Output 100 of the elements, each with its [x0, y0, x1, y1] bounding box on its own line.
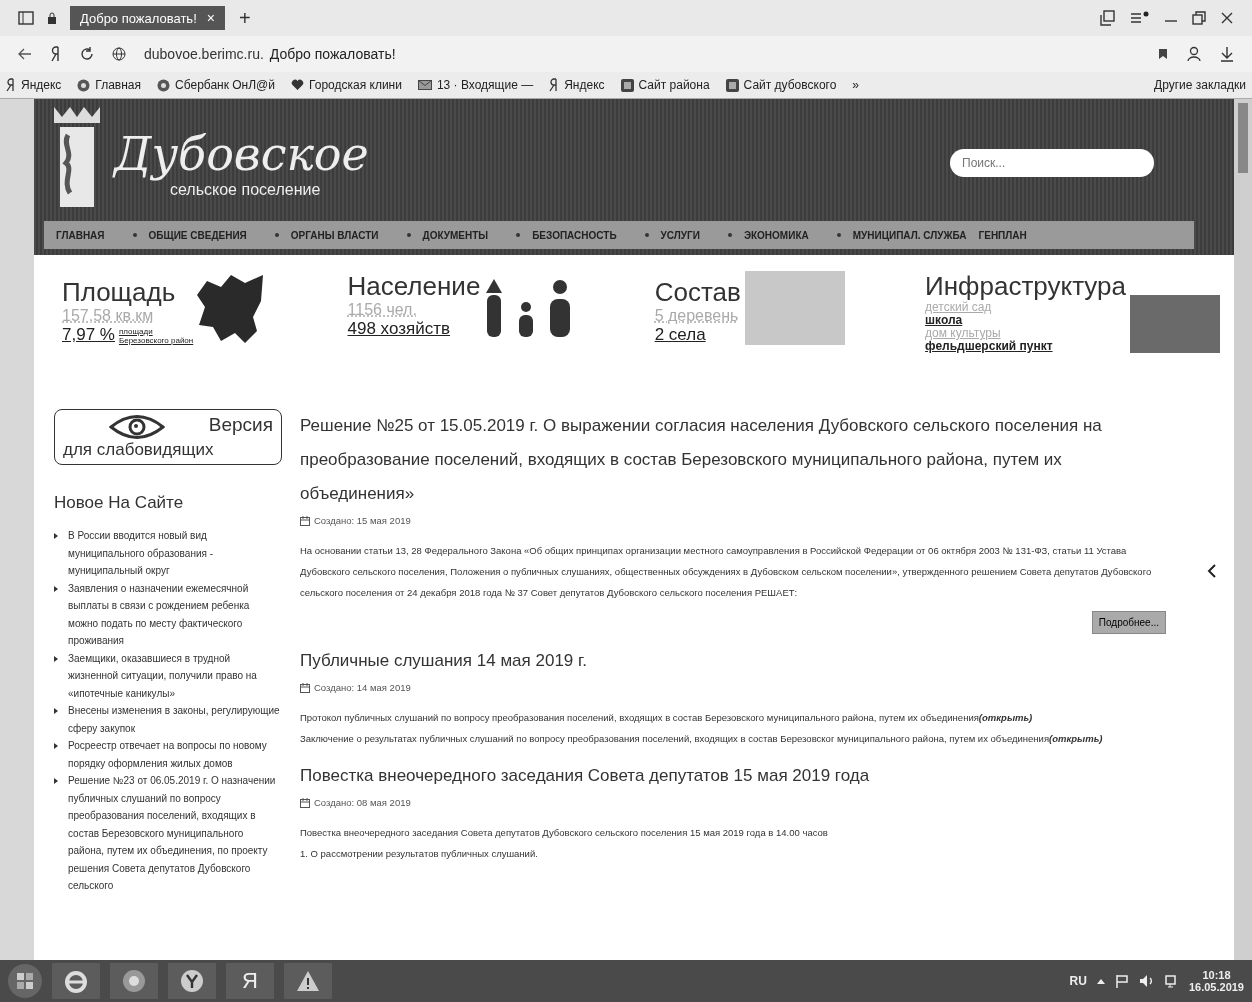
stat-note: площади — [118, 327, 154, 336]
speaker-icon[interactable] — [1138, 974, 1155, 988]
article-title[interactable]: Повестка внеочередного заседания Совета депутатов 15 мая 2019 года — [300, 759, 1166, 793]
menu-item[interactable]: УСЛУГИ — [660, 229, 700, 241]
clock[interactable]: 10:18 16.05.2019 — [1188, 969, 1244, 993]
bullet-icon — [274, 233, 279, 237]
stat-note: Березовского район — [118, 336, 194, 345]
bookmark-item[interactable]: Сайт района — [620, 78, 710, 92]
bullet-icon — [54, 533, 58, 539]
menu-item[interactable]: МУНИЦИПАЛ. СЛУЖБА — [852, 229, 967, 241]
bullet-icon — [54, 778, 58, 784]
circle-logo-icon — [179, 968, 205, 994]
close-icon[interactable] — [1220, 11, 1234, 25]
bullet-icon — [406, 233, 411, 237]
search-field[interactable]: Поиск... — [950, 149, 1154, 177]
heart-icon — [291, 79, 304, 91]
bullet-icon — [836, 233, 841, 237]
new-tab-button[interactable]: + — [238, 6, 251, 30]
caret-up-icon[interactable] — [1096, 978, 1105, 984]
taskbar-app-button[interactable] — [284, 963, 332, 999]
menu-item[interactable]: ГЛАВНАЯ — [56, 229, 105, 241]
article-paragraph: 1. О рассмотрении результатов публичных слушаний. — [300, 847, 539, 861]
article-date: Создано: 15 мая 2019 — [314, 515, 411, 526]
article-date: Создано: 14 мая 2019 — [314, 682, 411, 693]
eye-icon — [109, 414, 165, 440]
download-icon[interactable] — [1220, 46, 1234, 62]
news-link[interactable]: Заявления о назначении ежемесячной выплаты в связи с рождением ребенка можно подать по месту фактического проживания — [68, 579, 282, 650]
bookmark-item[interactable]: Главная — [77, 78, 142, 92]
news-link[interactable]: Решение №23 от 06.05.2019 г. О назначении публичных слушаний по вопросу преобразования поселений, входящих в состав Березовского муниципального района, путем их объединения, по проекту решения Совета депутатов Дубовского сельского — [68, 772, 282, 895]
yandex-logo-icon — [6, 78, 16, 92]
bookmark-icon[interactable] — [1158, 48, 1168, 60]
other-bookmarks-button[interactable]: Другие закладки — [1154, 78, 1246, 92]
address-field[interactable]: dubovoe.berimc.ru. — [144, 46, 264, 62]
taskbar-app-button[interactable] — [52, 963, 100, 999]
news-link[interactable]: Внесены изменения в законы, регулирующие сферу закупок — [68, 702, 282, 737]
globe-icon — [157, 78, 171, 92]
stat-value[interactable]: 2 села — [654, 325, 706, 345]
article-title[interactable]: Решение №25 от 15.05.2019 г. О выражении согласия населения Дубовского сельского поселения на преобразование поселений, входящих в состав Березовского муниципального района, путем их объединения» — [300, 409, 1166, 511]
taskbar-app-button[interactable] — [110, 963, 158, 999]
sidebar-toggle-icon[interactable] — [18, 11, 34, 25]
menu-item[interactable]: ОБЩИЕ СВЕДЕНИЯ — [148, 229, 247, 241]
globe-icon — [112, 47, 126, 61]
clock-date: 16.05.2019 — [1188, 981, 1244, 993]
taskbar-app-button[interactable]: Я — [226, 963, 274, 999]
bookmark-item[interactable]: Сбербанк ОнЛ@й — [157, 78, 275, 92]
bullet-icon — [644, 233, 649, 237]
clock-time: 10:18 — [1202, 969, 1231, 981]
windows-icon[interactable] — [1100, 10, 1116, 26]
scrollbar[interactable] — [1234, 99, 1252, 960]
read-more-button[interactable]: Подробнее... — [1091, 611, 1166, 634]
article-date: Создано: 08 мая 2019 — [314, 797, 411, 808]
infrastructure-item[interactable]: фельдшерский пункт — [925, 340, 1126, 353]
menu-item[interactable]: ЭКОНОМИКА — [743, 229, 809, 241]
bullet-icon — [54, 655, 58, 662]
bookmark-item[interactable]: Сайт дубовского — [725, 78, 837, 92]
bullet-icon — [727, 233, 732, 237]
stat-value: 5 деревень — [654, 307, 740, 325]
menu-item[interactable]: ОРГАНЫ ВЛАСТИ — [290, 229, 379, 241]
account-icon[interactable] — [1186, 46, 1202, 62]
more-bookmarks-button[interactable]: » — [852, 78, 860, 92]
stat-value[interactable]: 7,97 % — [62, 325, 115, 345]
article-paragraph: Заключение о результатах публичных слушаний по вопросу преобразования поселений, входящих в состав Березовског муниципального района, путем их объединения(открыть) — [300, 732, 1104, 746]
site-logo-title[interactable]: Дубовское — [114, 127, 369, 181]
open-link[interactable]: (открыть) — [978, 712, 1033, 723]
menu-item[interactable]: БЕЗОПАСНОСТЬ — [532, 229, 617, 241]
browser-tab[interactable]: Добро пожаловать! × — [70, 6, 225, 30]
article-paragraph: На основании статьи 13, 28 Федерального Закона «Об общих принципах организации местного самоуправления в Российской Федерации от 06 октября 2003 № 131-ФЗ, статьи 11 Устава Дубовского сельского поселения, Положения о публичных слушаниях, общественных обсуждениях в Дубовском сельском поселении», утвержденного решением Совета депутатов Дубовского сельского поселения от 24 декабря 2018 года № 37 Совет депутатов Дубовского сельского поселения РЕШАЕТ: — [300, 544, 1153, 600]
language-indicator[interactable]: RU — [1069, 974, 1087, 988]
bookmark-item[interactable]: Городская клини — [291, 78, 402, 92]
calendar-icon — [300, 797, 310, 808]
bookmark-item[interactable]: 13 · Входящие — — [417, 78, 534, 92]
bookmark-item[interactable]: Яндекс — [549, 78, 605, 92]
open-link[interactable]: (открыть) — [1049, 733, 1103, 744]
calendar-icon — [300, 682, 310, 693]
menu-icon[interactable] — [1130, 11, 1150, 25]
menu-item[interactable]: ДОКУМЕНТЫ — [422, 229, 489, 241]
bookmark-item[interactable]: Яндекс — [6, 78, 62, 92]
flag-icon[interactable] — [1114, 974, 1129, 988]
article-paragraph: Повестка внеочередного заседания Совета депутатов Дубовского сельского поселения 15 мая 2019 года в 14.00 часов — [300, 826, 829, 840]
news-heading: Новое На Сайте — [54, 493, 185, 513]
back-arrow-icon[interactable] — [18, 48, 32, 60]
stat-value[interactable]: 498 хозяйств — [347, 319, 450, 339]
accessibility-version-button[interactable]: Версия для слабовидящих — [54, 409, 282, 465]
taskbar-app-button[interactable] — [168, 963, 216, 999]
news-link[interactable]: Заемщики, оказавшиеся в трудной жизненной ситуации, получили право на «ипотечные каникулы» — [68, 649, 282, 702]
scrollbar-thumb[interactable] — [1238, 103, 1248, 173]
menu-item[interactable]: ГЕНПЛАН — [978, 229, 1027, 241]
infrastructure-item[interactable]: школа — [925, 314, 1126, 327]
warning-icon — [295, 969, 321, 993]
stat-title: Инфраструктура — [925, 271, 1126, 301]
reload-icon[interactable] — [80, 47, 94, 61]
article-title[interactable]: Публичные слушания 14 мая 2019 г. — [300, 644, 1166, 678]
restore-icon[interactable] — [1192, 11, 1206, 25]
yandex-logo-icon[interactable] — [50, 46, 62, 62]
chevron-left-icon — [1207, 563, 1217, 579]
close-tab-button[interactable]: × — [206, 10, 215, 26]
news-link[interactable]: Росреестр отвечает на вопросы по новому порядку оформления жилых домов — [68, 737, 282, 772]
letter-e-icon — [63, 968, 89, 994]
news-link[interactable]: В России вводится новый вид муниципального образования - муниципальный округ — [68, 527, 282, 580]
start-button[interactable] — [8, 964, 42, 998]
